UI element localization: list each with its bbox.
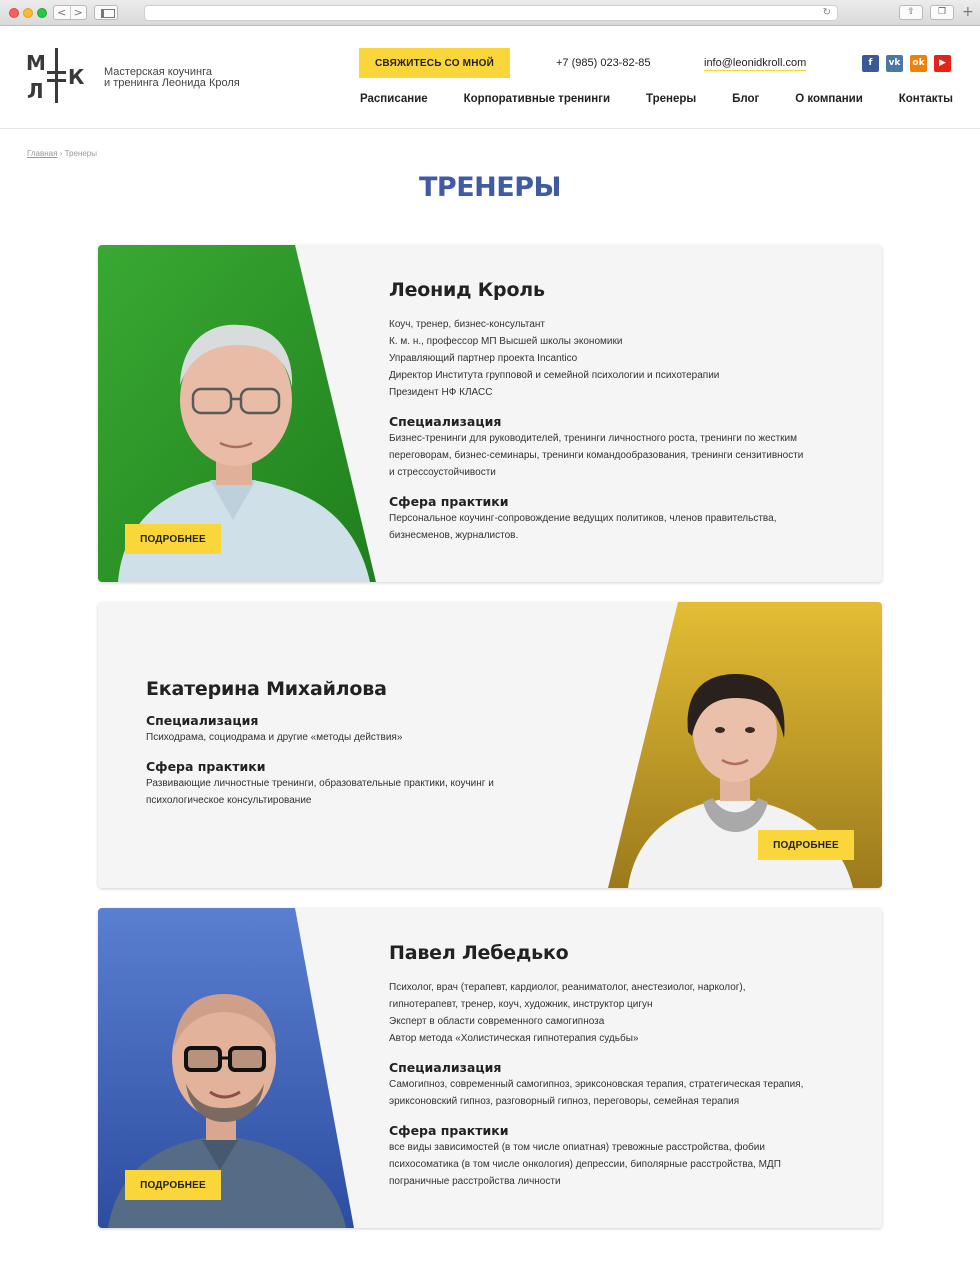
minimize-window-button[interactable] bbox=[23, 8, 33, 18]
sidebar-toggle-icon[interactable] bbox=[94, 5, 118, 20]
trainer-credential: Автор метода «Холистическая гипнотерапия… bbox=[389, 1033, 639, 1044]
trainer-card: ПОДРОБНЕЕ Леонид Кроль Коуч, тренер, биз… bbox=[98, 245, 882, 582]
logo-vertical-bar bbox=[55, 48, 58, 103]
specialization-heading: Специализация bbox=[389, 1060, 502, 1075]
phone-link[interactable]: +7 (985) 023-82-85 bbox=[556, 57, 650, 69]
specialization-text: эриксоновский гипноз, разговорный гипноз… bbox=[389, 1096, 740, 1107]
menu-item-about[interactable]: О компании bbox=[795, 93, 863, 105]
youtube-icon[interactable]: ▶ bbox=[934, 55, 951, 72]
new-tab-icon[interactable]: + bbox=[962, 3, 974, 21]
trainer-credential: К. м. н., профессор МП Высшей школы экон… bbox=[389, 336, 623, 347]
more-details-button[interactable]: ПОДРОБНЕЕ bbox=[125, 1170, 221, 1200]
breadcrumb-home-link[interactable]: Главная bbox=[27, 149, 57, 158]
reload-icon[interactable]: ↻ bbox=[823, 6, 831, 20]
trainer-info: Екатерина Михайлова Специализация Психод… bbox=[146, 678, 586, 809]
specialization-text: Самогипноз, современный самогипноз, эрик… bbox=[389, 1079, 804, 1090]
browser-toolbar: < > ↻ ⇧ ❐ + bbox=[0, 0, 980, 26]
email-link[interactable]: info@leonidkroll.com bbox=[704, 57, 807, 71]
practice-heading: Сфера практики bbox=[146, 759, 266, 774]
specialization-text: Психодрама, социодрама и другие «методы … bbox=[146, 732, 403, 743]
specialization-text: и стрессоустойчивости bbox=[389, 467, 496, 478]
site-tagline: Мастерская коучинга и тренинга Леонида К… bbox=[104, 67, 264, 89]
trainer-card: ПОДРОБНЕЕ Павел Лебедько Психолог, врач … bbox=[98, 908, 882, 1228]
close-window-button[interactable] bbox=[9, 8, 19, 18]
practice-text: все виды зависимостей (в том числе опиат… bbox=[389, 1142, 765, 1153]
practice-heading: Сфера практики bbox=[389, 494, 509, 509]
breadcrumb: Главная › Тренеры bbox=[27, 149, 97, 158]
trainer-credential: Эксперт в области современного самогипно… bbox=[389, 1016, 605, 1027]
contact-me-button[interactable]: СВЯЖИТЕСЬ СО МНОЙ bbox=[359, 48, 510, 78]
address-bar[interactable]: ↻ bbox=[144, 5, 838, 21]
zoom-window-button[interactable] bbox=[37, 8, 47, 18]
menu-item-contacts[interactable]: Контакты bbox=[899, 93, 953, 105]
practice-heading: Сфера практики bbox=[389, 1123, 509, 1138]
trainer-name: Екатерина Михайлова bbox=[146, 678, 387, 700]
tagline-line: и тренинга Леонида Кроля bbox=[104, 77, 240, 89]
logo-letter-k: К bbox=[68, 65, 85, 89]
trainer-credential: гипнотерапевт, тренер, коуч, художник, и… bbox=[389, 999, 653, 1010]
practice-text: пограничные расстройства личности bbox=[389, 1176, 561, 1187]
practice-text: психологическое консультирование bbox=[146, 795, 312, 806]
trainer-info: Павел Лебедько Психолог, врач (терапевт,… bbox=[389, 942, 859, 1190]
trainer-name: Павел Лебедько bbox=[389, 942, 569, 964]
breadcrumb-separator: › bbox=[59, 149, 63, 158]
specialization-heading: Специализация bbox=[146, 713, 259, 728]
trainer-credential: Директор Института групповой и семейной … bbox=[389, 370, 720, 381]
page-title: ТРЕНЕРЫ bbox=[419, 172, 561, 203]
share-icon[interactable]: ⇧ bbox=[899, 5, 923, 20]
more-details-button[interactable]: ПОДРОБНЕЕ bbox=[758, 830, 854, 860]
trainer-credential: Психолог, врач (терапевт, кардиолог, реа… bbox=[389, 982, 746, 993]
trainer-name: Леонид Кроль bbox=[389, 279, 545, 301]
social-links: f vk ok ▶ bbox=[862, 55, 951, 72]
site-header: М К Л Мастерская коучинга и тренинга Лео… bbox=[0, 26, 980, 129]
practice-text: Развивающие личностные тренинги, образов… bbox=[146, 778, 494, 789]
trainer-info: Леонид Кроль Коуч, тренер, бизнес-консул… bbox=[389, 279, 859, 544]
vk-icon[interactable]: vk bbox=[886, 55, 903, 72]
trainer-credential: Коуч, тренер, бизнес-консультант bbox=[389, 319, 546, 330]
site-logo[interactable]: М К Л bbox=[26, 48, 88, 104]
main-menu: Расписание Корпоративные тренинги Тренер… bbox=[360, 93, 953, 105]
menu-item-corporate-trainings[interactable]: Корпоративные тренинги bbox=[464, 93, 610, 105]
practice-text: психосоматика (в том числе онкология) де… bbox=[389, 1159, 781, 1170]
specialization-text: переговорам, бизнес-семинары, тренинги к… bbox=[389, 450, 804, 461]
odnoklassniki-icon[interactable]: ok bbox=[910, 55, 927, 72]
back-icon[interactable]: < bbox=[54, 6, 70, 19]
logo-letter-m: М bbox=[26, 51, 46, 75]
specialization-text: Бизнес-тренинги для руководителей, трени… bbox=[389, 433, 798, 444]
practice-text: Персональное коучинг-сопровождение ведущ… bbox=[389, 513, 777, 524]
logo-letter-l: Л bbox=[27, 79, 44, 103]
menu-item-schedule[interactable]: Расписание bbox=[360, 93, 428, 105]
tabs-overview-icon[interactable]: ❐ bbox=[930, 5, 954, 20]
specialization-heading: Специализация bbox=[389, 414, 502, 429]
forward-icon[interactable]: > bbox=[69, 6, 87, 19]
logo-horizontal-bar-bottom bbox=[47, 79, 66, 82]
logo-horizontal-bar-top bbox=[47, 71, 66, 74]
trainer-credential: Управляющий партнер проекта Incantico bbox=[389, 353, 578, 364]
menu-item-trainers[interactable]: Тренеры bbox=[646, 93, 696, 105]
breadcrumb-current: Тренеры bbox=[64, 149, 97, 158]
practice-text: бизнесменов, журналистов. bbox=[389, 530, 519, 541]
trainer-card: Екатерина Михайлова Специализация Психод… bbox=[98, 602, 882, 888]
trainer-credential: Президент НФ КЛАСС bbox=[389, 387, 493, 398]
more-details-button[interactable]: ПОДРОБНЕЕ bbox=[125, 524, 221, 554]
history-nav: < > bbox=[53, 5, 87, 20]
menu-item-blog[interactable]: Блог bbox=[732, 93, 759, 105]
facebook-icon[interactable]: f bbox=[862, 55, 879, 72]
